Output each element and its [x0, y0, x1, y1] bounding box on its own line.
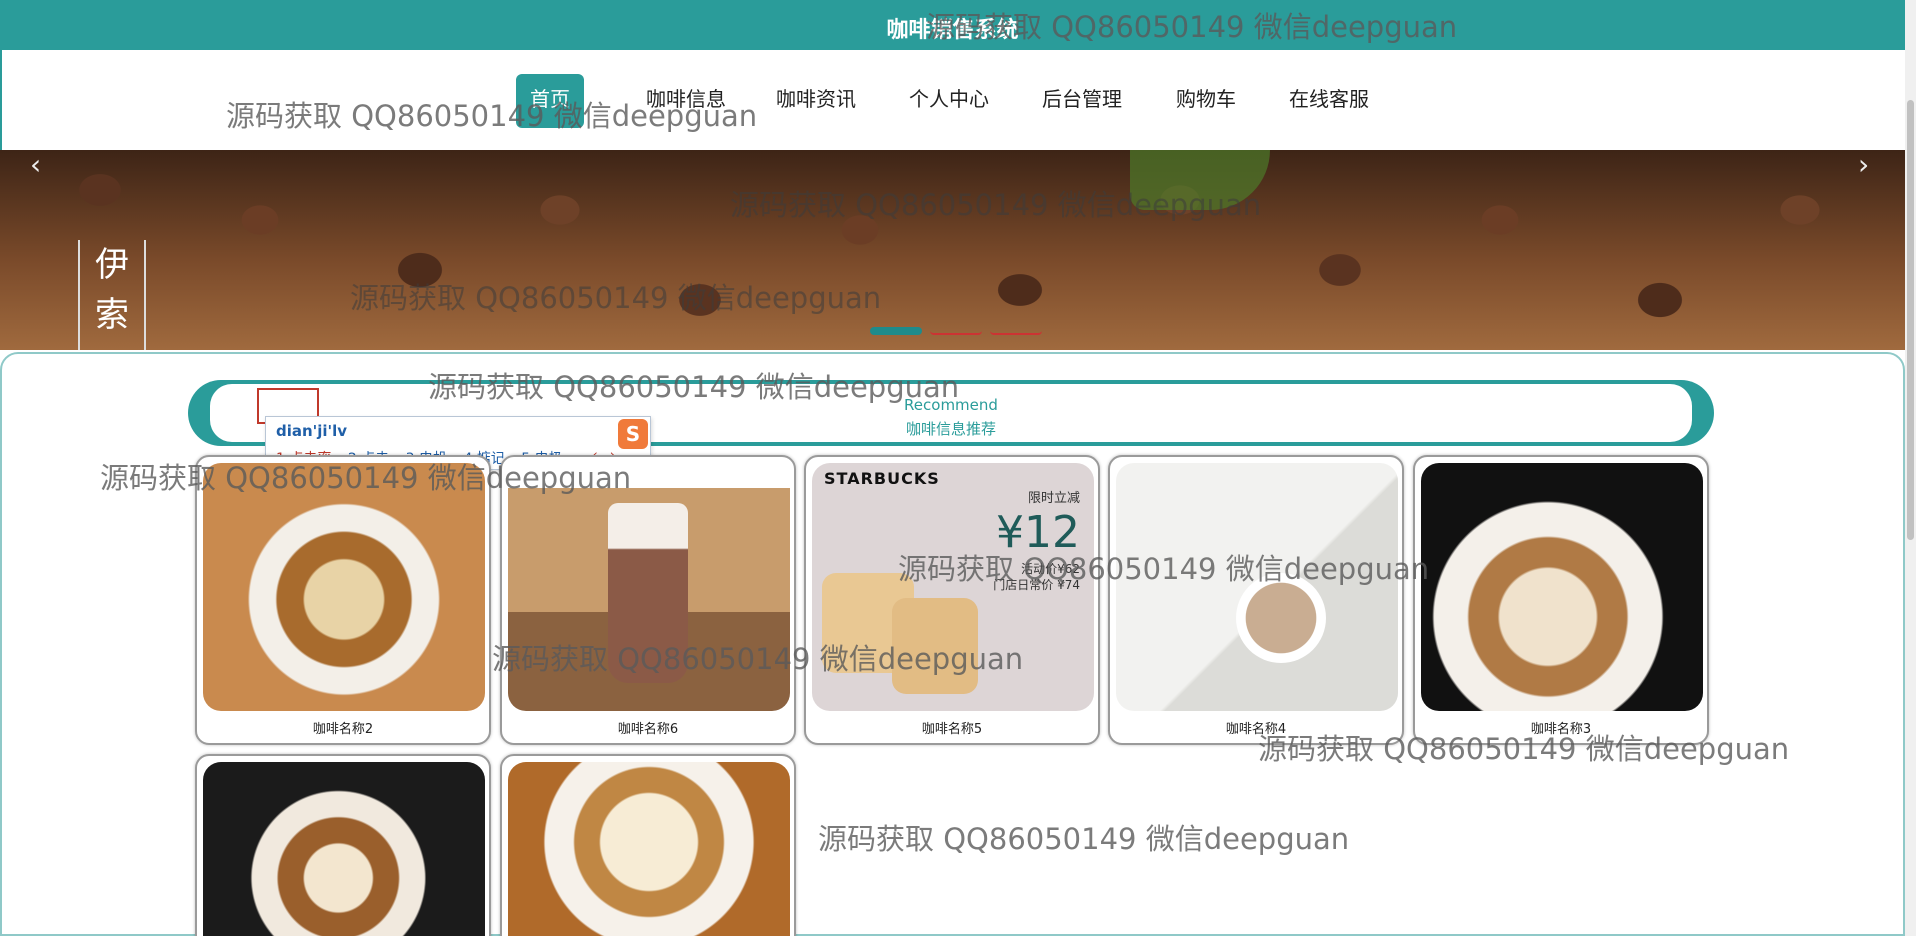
watermark: 源码获取 QQ86050149 微信deepguan: [100, 461, 632, 495]
watermark: 源码获取 QQ86050149 微信deepguan: [226, 99, 758, 133]
product-name: 咖啡名称6: [617, 722, 679, 737]
brand-char: 伊: [95, 245, 129, 285]
carousel-dot[interactable]: [990, 327, 1042, 335]
nav-item-admin[interactable]: 后台管理: [1028, 74, 1136, 128]
carousel-next-icon[interactable]: ›: [1858, 150, 1869, 181]
product-image: [1421, 463, 1703, 711]
carousel-dot[interactable]: [870, 327, 922, 335]
product-image-promo: 限时立减: [1027, 491, 1080, 506]
product-name: 咖啡名称5: [921, 722, 983, 737]
watermark: 源码获取 QQ86050149 微信deepguan: [818, 822, 1350, 856]
watermark: 源码获取 QQ86050149 微信deepguan: [492, 642, 1024, 676]
product-card[interactable]: STARBUCKS 限时立减 ¥12 活动价¥62 门店日常价 ¥74 咖啡名称…: [804, 455, 1100, 745]
product-name: 咖啡名称2: [312, 722, 374, 737]
nav-item-cart[interactable]: 购物车: [1162, 74, 1250, 128]
product-image-brand: STARBUCKS: [824, 469, 940, 488]
watermark: 源码获取 QQ86050149 微信deepguan: [350, 281, 882, 315]
watermark: 源码获取 QQ86050149 微信deepguan: [926, 10, 1458, 44]
page-scrollbar[interactable]: [1905, 0, 1916, 936]
carousel-prev-icon[interactable]: ‹: [30, 150, 41, 181]
product-image: [203, 762, 485, 936]
banner-brand: 伊 索: [78, 240, 146, 350]
carousel-indicators: [870, 320, 1050, 339]
product-card[interactable]: 咖啡名称4: [1108, 455, 1404, 745]
ime-logo-icon: S: [618, 419, 648, 449]
brand-char: 索: [95, 295, 129, 335]
nav-item-coffee-news[interactable]: 咖啡资讯: [762, 74, 870, 128]
scrollbar-thumb[interactable]: [1907, 100, 1914, 540]
product-card[interactable]: 咖啡名称3: [1413, 455, 1709, 745]
watermark: 源码获取 QQ86050149 微信deepguan: [730, 188, 1262, 222]
ime-pinyin: dian'ji'lv: [276, 422, 348, 440]
product-card[interactable]: 咖啡名称6: [500, 455, 796, 745]
nav-item-personal-center[interactable]: 个人中心: [895, 74, 1003, 128]
carousel-dot[interactable]: [930, 327, 982, 335]
product-card[interactable]: [195, 754, 491, 936]
product-image: [203, 463, 485, 711]
watermark: 源码获取 QQ86050149 微信deepguan: [428, 370, 960, 404]
watermark: 源码获取 QQ86050149 微信deepguan: [1258, 732, 1790, 766]
product-card[interactable]: [500, 754, 796, 936]
product-image: [508, 762, 790, 936]
nav-item-online-service[interactable]: 在线客服: [1275, 74, 1383, 128]
product-card[interactable]: 咖啡名称2: [195, 455, 491, 745]
banner-carousel: ‹ › 伊 索: [0, 150, 1905, 350]
watermark: 源码获取 QQ86050149 微信deepguan: [898, 552, 1430, 586]
